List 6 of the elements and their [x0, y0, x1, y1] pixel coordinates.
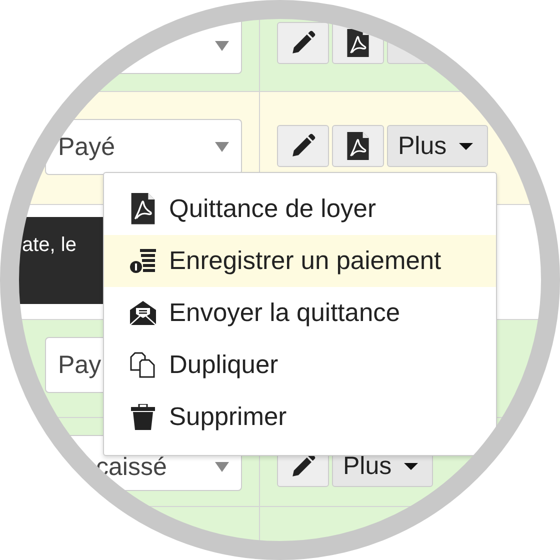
- menu-item[interactable]: Dupliquer: [104, 339, 496, 391]
- menu-item[interactable]: Envoyer la quittance: [104, 287, 496, 339]
- menu-item[interactable]: Enregistrer un paiement: [104, 235, 496, 287]
- status-select[interactable]: Payé: [45, 119, 242, 175]
- more-button[interactable]: Plus: [387, 125, 488, 167]
- menu-item[interactable]: Quittance de loyer: [104, 183, 496, 235]
